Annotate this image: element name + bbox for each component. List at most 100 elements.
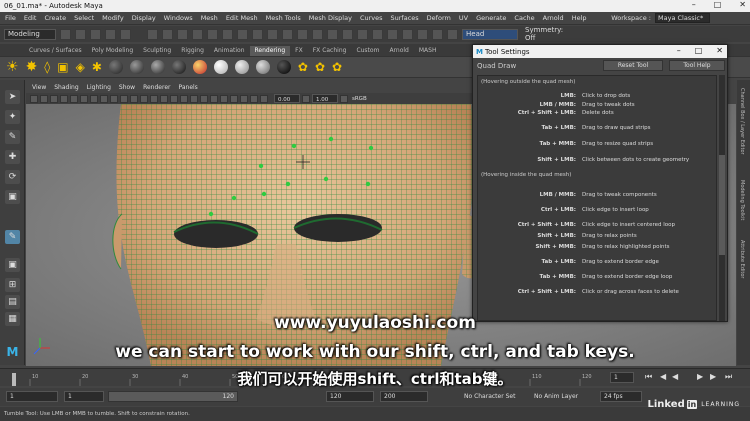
menu-edit[interactable]: Edit xyxy=(24,14,37,22)
modeling-toolkit-tab[interactable]: Modeling Toolkit xyxy=(739,180,745,220)
surface-shader-icon[interactable] xyxy=(171,60,186,74)
safe-action-icon[interactable] xyxy=(110,94,118,103)
wireframe-icon[interactable] xyxy=(130,94,138,103)
xray-joints-icon[interactable] xyxy=(240,94,248,103)
select-tool-icon[interactable]: ➤ xyxy=(5,90,20,104)
area-light-icon[interactable]: ▣ xyxy=(57,60,68,74)
attribute-editor-tab[interactable]: Attribute Editor xyxy=(739,240,745,278)
menu-mesh[interactable]: Mesh xyxy=(201,14,218,22)
symmetry-setting[interactable]: Symmetry: Off xyxy=(522,26,578,42)
textured-icon[interactable] xyxy=(160,94,168,103)
shelf-tab-custom[interactable]: Custom xyxy=(351,46,384,56)
redo-icon[interactable] xyxy=(120,28,131,40)
render-region-icon[interactable]: ✿ xyxy=(332,60,342,74)
exposure-field[interactable]: 0.00 xyxy=(274,94,300,103)
white-shader-icon[interactable] xyxy=(213,60,228,74)
shelf-tab-rigging[interactable]: Rigging xyxy=(176,46,209,56)
shelf-tab-curves-surfaces[interactable]: Curves / Surfaces xyxy=(24,46,87,56)
range-bar[interactable]: 120 xyxy=(108,391,238,402)
gray-shader-icon[interactable] xyxy=(234,60,249,74)
minimize-icon[interactable]: – xyxy=(692,0,696,9)
menu-uv[interactable]: UV xyxy=(459,14,468,22)
playback-end-field[interactable]: 120 xyxy=(326,391,374,402)
lambert-shader-icon[interactable] xyxy=(108,60,123,74)
exposure-icon[interactable] xyxy=(260,94,268,103)
shelf-tab-fx[interactable]: FX xyxy=(290,46,308,56)
persp-outliner-icon[interactable]: ▤ xyxy=(5,295,20,309)
motion-blur-icon[interactable] xyxy=(200,94,208,103)
tool-maximize-icon[interactable]: □ xyxy=(695,46,703,55)
ambient-light-icon[interactable]: ✱ xyxy=(92,60,102,74)
resolution-gate-icon[interactable] xyxy=(80,94,88,103)
tool-settings-window[interactable]: M Tool Settings – □ ✕ Quad Draw Reset To… xyxy=(472,44,728,322)
menu-deform[interactable]: Deform xyxy=(427,14,451,22)
ambient-occlusion-icon[interactable] xyxy=(190,94,198,103)
shelf-tab-poly-modeling[interactable]: Poly Modeling xyxy=(87,46,139,56)
tool-minimize-icon[interactable]: – xyxy=(677,46,681,55)
start-time-field[interactable]: 1 xyxy=(6,391,58,402)
character-set-label[interactable]: No Character Set xyxy=(464,393,515,400)
menu-set-dropdown[interactable]: Modeling xyxy=(4,28,56,40)
gamma-field[interactable]: 1.00 xyxy=(312,94,338,103)
fps-dropdown[interactable]: 24 fps xyxy=(600,391,642,402)
shelf-tab-rendering[interactable]: Rendering xyxy=(249,46,291,56)
lock-selection-icon[interactable] xyxy=(447,28,458,40)
snap-plane-icon[interactable] xyxy=(297,28,308,40)
light-editor-icon[interactable] xyxy=(432,28,443,40)
object-name-field[interactable]: Head xyxy=(462,28,518,40)
pick-vertex-icon[interactable] xyxy=(192,28,203,40)
film-gate-icon[interactable] xyxy=(70,94,78,103)
render-settings-icon[interactable] xyxy=(372,28,383,40)
safe-title-icon[interactable] xyxy=(120,94,128,103)
open-scene-icon[interactable] xyxy=(75,28,86,40)
silver-shader-icon[interactable] xyxy=(255,60,270,74)
tool-help-button[interactable]: Tool Help xyxy=(669,60,725,71)
camera-attributes-icon[interactable] xyxy=(30,94,38,103)
menu-arnold[interactable]: Arnold xyxy=(543,14,564,22)
anim-layer-label[interactable]: No Anim Layer xyxy=(534,393,578,400)
close-icon[interactable]: ✕ xyxy=(739,0,746,9)
camera-bookmark-icon[interactable] xyxy=(40,94,48,103)
viewport-menu-view[interactable]: View xyxy=(32,84,46,91)
menu-edit-mesh[interactable]: Edit Mesh xyxy=(226,14,258,22)
hypershade-icon[interactable] xyxy=(387,28,398,40)
render-batch-icon[interactable]: ✿ xyxy=(315,60,325,74)
viewport-menu-show[interactable]: Show xyxy=(119,84,135,91)
color-management-icon[interactable] xyxy=(340,94,348,103)
snap-grid-icon[interactable] xyxy=(252,28,263,40)
menu-generate[interactable]: Generate xyxy=(476,14,506,22)
menu-windows[interactable]: Windows xyxy=(164,14,193,22)
rotate-tool-icon[interactable]: ⟳ xyxy=(5,170,20,184)
menu-cache[interactable]: Cache xyxy=(514,14,534,22)
antialiasing-icon[interactable] xyxy=(210,94,218,103)
snap-point-icon[interactable] xyxy=(282,28,293,40)
black-shader-icon[interactable] xyxy=(276,60,291,74)
render-setup-icon[interactable] xyxy=(417,28,428,40)
phong-shader-icon[interactable] xyxy=(150,60,165,74)
field-chart-icon[interactable] xyxy=(100,94,108,103)
menu-curves[interactable]: Curves xyxy=(360,14,383,22)
menu-display[interactable]: Display xyxy=(132,14,156,22)
viewport-menu-lighting[interactable]: Lighting xyxy=(87,84,111,91)
image-plane-icon[interactable] xyxy=(50,94,58,103)
shadows-icon[interactable] xyxy=(180,94,188,103)
menu-help[interactable]: Help xyxy=(572,14,587,22)
move-tool-icon[interactable]: ✚ xyxy=(5,150,20,164)
select-component-icon[interactable] xyxy=(177,28,188,40)
xray-icon[interactable] xyxy=(230,94,238,103)
view-transform-label[interactable]: sRGB xyxy=(352,96,367,102)
render-view-icon[interactable] xyxy=(402,28,413,40)
quad-draw-tool-icon[interactable]: ✎ xyxy=(5,230,20,244)
shelf-tab-animation[interactable]: Animation xyxy=(209,46,250,56)
tool-settings-scrollbar[interactable] xyxy=(719,75,725,321)
viewport-menu-shading[interactable]: Shading xyxy=(54,84,78,91)
save-scene-icon[interactable] xyxy=(90,28,101,40)
pick-face-icon[interactable] xyxy=(222,28,233,40)
playback-start-field[interactable]: 1 xyxy=(64,391,104,402)
shelf-tab-fx-caching[interactable]: FX Caching xyxy=(308,46,352,56)
pick-edge-icon[interactable] xyxy=(207,28,218,40)
menu-file[interactable]: File xyxy=(5,14,16,22)
reset-tool-button[interactable]: Reset Tool xyxy=(603,60,663,71)
tool-close-icon[interactable]: ✕ xyxy=(716,46,723,55)
lights-icon[interactable] xyxy=(170,94,178,103)
